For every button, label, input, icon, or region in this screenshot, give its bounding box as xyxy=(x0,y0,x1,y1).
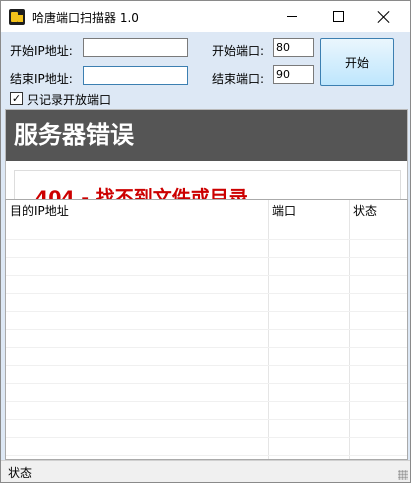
empty-row[interactable] xyxy=(6,402,407,420)
maximize-button[interactable] xyxy=(315,1,361,32)
column-header-ip[interactable]: 目的IP地址 xyxy=(6,200,268,222)
minimize-button[interactable] xyxy=(269,1,315,32)
empty-row[interactable] xyxy=(6,384,407,402)
error-page-header: 服务器错误 xyxy=(6,110,407,161)
empty-row[interactable] xyxy=(6,312,407,330)
end-ip-label: 结束IP地址: xyxy=(10,72,73,86)
maximize-icon xyxy=(332,11,344,22)
empty-row[interactable] xyxy=(6,348,407,366)
window-title: 哈唐端口扫描器 1.0 xyxy=(32,11,139,25)
only-open-ports-checkbox[interactable]: ✓ xyxy=(10,92,23,105)
column-header-port[interactable]: 端口 xyxy=(268,200,349,222)
end-port-label: 结束端口: xyxy=(212,72,265,86)
empty-row[interactable] xyxy=(6,222,407,240)
resize-grip-icon[interactable] xyxy=(398,470,408,480)
start-button[interactable]: 开始 xyxy=(320,38,394,86)
empty-row[interactable] xyxy=(6,240,407,258)
empty-row[interactable] xyxy=(6,420,407,438)
only-open-ports-label[interactable]: 只记录开放端口 xyxy=(27,91,111,108)
column-header-status[interactable]: 状态 xyxy=(349,200,407,222)
empty-row[interactable] xyxy=(6,294,407,312)
title-bar[interactable]: 哈唐端口扫描器 1.0 xyxy=(1,1,410,32)
app-window: 哈唐端口扫描器 1.0 开始IP地址: 结束IP地址: 开始端口: 结束端口: … xyxy=(0,0,411,483)
empty-row[interactable] xyxy=(6,438,407,456)
close-icon xyxy=(378,11,390,23)
start-port-label: 开始端口: xyxy=(212,44,265,58)
empty-row[interactable] xyxy=(6,258,407,276)
start-ip-label: 开始IP地址: xyxy=(10,44,73,58)
end-port-input[interactable] xyxy=(273,65,314,84)
results-list[interactable]: 目的IP地址 端口 状态 xyxy=(5,199,408,460)
empty-row[interactable] xyxy=(6,330,407,348)
close-button[interactable] xyxy=(361,1,407,32)
minimize-icon xyxy=(287,16,297,17)
checkmark-icon: ✓ xyxy=(11,92,22,105)
empty-row[interactable] xyxy=(6,366,407,384)
end-ip-input[interactable] xyxy=(83,66,188,85)
app-logo-icon xyxy=(9,9,25,25)
error-page-panel: 服务器错误 404 - 找不到文件或目录。 xyxy=(5,109,408,201)
status-bar: 状态 xyxy=(1,460,410,482)
start-ip-input[interactable] xyxy=(83,38,188,57)
start-port-input[interactable] xyxy=(273,38,314,57)
status-text: 状态 xyxy=(8,466,33,480)
empty-row[interactable] xyxy=(6,276,407,294)
error-page-content: 404 - 找不到文件或目录。 xyxy=(14,170,401,200)
